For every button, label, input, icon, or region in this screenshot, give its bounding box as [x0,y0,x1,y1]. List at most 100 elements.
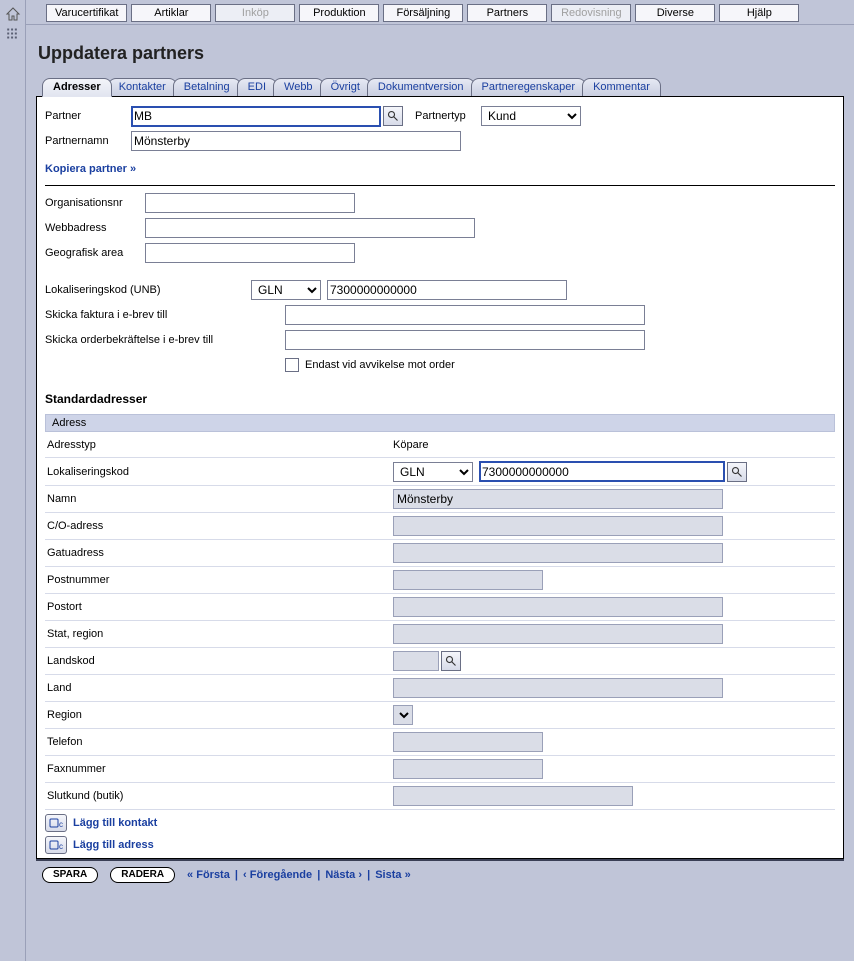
address-fax-field [393,759,543,779]
address-namn-field [393,489,723,509]
geografisk-area-label: Geografisk area [45,247,145,259]
menu-hjälp[interactable]: Hjälp [719,4,799,22]
address-row-land: Land [45,675,835,702]
address-label-slutkund: Slutkund (butik) [47,790,393,802]
add-address-link[interactable]: Lägg till adress [73,839,154,851]
pager-next[interactable]: Nästa › [325,869,362,881]
partner-input[interactable] [131,106,381,127]
menu-försäljning[interactable]: Försäljning [383,4,463,22]
organisationsnr-input[interactable] [145,193,355,213]
address-stat-field [393,624,723,644]
address-row-postort: Postort [45,594,835,621]
address-landskod-field [393,651,439,671]
add-address-icon[interactable]: c [45,836,67,854]
save-button[interactable]: SPARA [42,867,98,883]
tab-edi[interactable]: EDI [237,78,277,96]
address-row-namn: Namn [45,486,835,513]
tab-kommentar[interactable]: Kommentar [582,78,661,96]
address-region-select[interactable] [393,705,413,725]
lokaliseringskod-unb-input[interactable] [327,280,567,300]
tab-webb[interactable]: Webb [273,78,324,96]
address-row-landskod: Landskod [45,648,835,675]
address-label-postnummer: Postnummer [47,574,393,586]
copy-partner-link[interactable]: Kopiera partner » [45,163,136,175]
partnertyp-select[interactable]: Kund [481,106,581,126]
webbadress-input[interactable] [145,218,475,238]
address-postort-field [393,597,723,617]
partnertyp-label: Partnertyp [415,110,481,122]
address-row-co: C/O-adress [45,513,835,540]
lokaliseringskod-unb-label: Lokaliseringskod (UNB) [45,284,251,296]
tab-betalning[interactable]: Betalning [173,78,241,96]
address-label-landskod: Landskod [47,655,393,667]
delete-button[interactable]: RADERA [110,867,175,883]
pager-first[interactable]: « Första [187,869,230,881]
address-label-adresstyp: Adresstyp [47,439,393,451]
partner-lookup-button[interactable] [383,106,403,126]
address-row-stat: Stat, region [45,621,835,648]
address-block-title: Adress [45,414,835,432]
address-label-region: Region [47,709,393,721]
pager-last[interactable]: Sista » [375,869,410,881]
address-row-slutkund: Slutkund (butik) [45,783,835,810]
address-co-field [393,516,723,536]
pager: « Första | ‹ Föregående | Nästa › | Sist… [187,869,411,881]
address-lokaliseringskod-lookup-button[interactable] [727,462,747,482]
geografisk-area-input[interactable] [145,243,355,263]
address-lokaliseringskod-input[interactable] [479,461,725,482]
left-rail: ▪▪▪▪▪▪▪▪▪ [0,0,26,961]
menu-varucertifikat[interactable]: Varucertifikat [46,4,127,22]
tab-row: AdresserKontakterBetalningEDIWebbÖvrigtD… [36,78,844,97]
address-slutkund-field [393,786,633,806]
order-ebrev-input[interactable] [285,330,645,350]
top-menu: VarucertifikatArtiklarInköpProduktionFör… [26,0,854,25]
tab-adresser[interactable]: Adresser [42,78,112,97]
menu-produktion[interactable]: Produktion [299,4,379,22]
address-telefon-field [393,732,543,752]
address-land-field [393,678,723,698]
tab-dokumentversion[interactable]: Dokumentversion [367,78,475,96]
webbadress-label: Webbadress [45,222,145,234]
address-label-postort: Postort [47,601,393,613]
address-label-co: C/O-adress [47,520,393,532]
pager-prev[interactable]: ‹ Föregående [243,869,312,881]
faktura-ebrev-label: Skicka faktura i e-brev till [45,309,285,321]
address-landskod-lookup-button[interactable] [441,651,461,671]
lokaliseringskod-unb-type-select[interactable]: GLN [251,280,321,300]
address-label-land: Land [47,682,393,694]
tab-kontakter[interactable]: Kontakter [108,78,177,96]
tab-övrigt[interactable]: Övrigt [320,78,371,96]
deviation-label: Endast vid avvikelse mot order [305,359,455,371]
address-label-namn: Namn [47,493,393,505]
address-row-fax: Faxnummer [45,756,835,783]
menu-inköp: Inköp [215,4,295,22]
menu-diverse[interactable]: Diverse [635,4,715,22]
add-contact-link[interactable]: Lägg till kontakt [73,817,157,829]
deviation-checkbox[interactable] [285,358,299,372]
menu-artiklar[interactable]: Artiklar [131,4,211,22]
faktura-ebrev-input[interactable] [285,305,645,325]
address-label-lokaliseringskod: Lokaliseringskod [47,466,393,478]
address-row-gatuadress: Gatuadress [45,540,835,567]
address-lokaliseringskod-type-select[interactable]: GLN [393,462,473,482]
partner-label: Partner [45,110,131,122]
menu-partners[interactable]: Partners [467,4,547,22]
home-icon[interactable] [5,6,21,22]
address-gatuadress-field [393,543,723,563]
svg-text:c: c [59,842,63,851]
address-label-fax: Faxnummer [47,763,393,775]
address-value-adresstyp: Köpare [393,439,428,451]
address-label-stat: Stat, region [47,628,393,640]
partnernamn-label: Partnernamn [45,135,131,147]
order-ebrev-label: Skicka orderbekräftelse i e-brev till [45,334,285,346]
svg-text:c: c [59,820,63,829]
menu-redovisning: Redovisning [551,4,631,22]
page-title: Uppdatera partners [36,35,844,78]
standard-addresses-heading: Standardadresser [45,392,835,406]
tab-partneregenskaper[interactable]: Partneregenskaper [471,78,587,96]
partnernamn-input[interactable] [131,131,461,151]
address-row-postnummer: Postnummer [45,567,835,594]
address-row-adresstyp: AdresstypKöpare [45,432,835,458]
address-label-gatuadress: Gatuadress [47,547,393,559]
add-contact-icon[interactable]: c [45,814,67,832]
